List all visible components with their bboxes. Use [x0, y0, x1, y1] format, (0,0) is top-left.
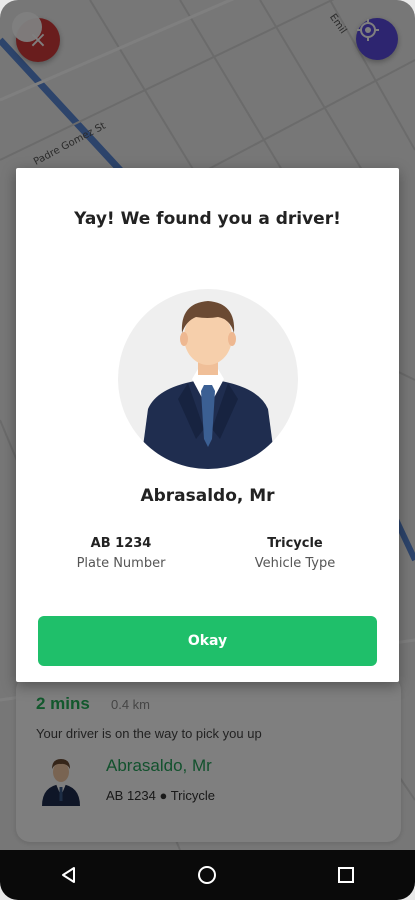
home-icon — [198, 866, 217, 884]
vehicle-info: Tricycle Vehicle Type — [220, 536, 370, 571]
driver-found-dialog: Yay! We found you a driver! Abrasaldo, M… — [16, 168, 399, 682]
back-icon — [62, 867, 76, 883]
plate-number-label: Plate Number — [76, 556, 166, 571]
phone-screen: Padre Gomez St Emil × 2 mins 0.4 km Your… — [0, 0, 415, 900]
okay-button[interactable]: Okay — [38, 616, 377, 666]
nav-home-button[interactable] — [187, 855, 227, 895]
driver-avatar-illustration — [140, 301, 276, 469]
recents-icon — [337, 867, 354, 883]
vehicle-type-label: Vehicle Type — [254, 556, 336, 571]
dialog-title: Yay! We found you a driver! — [74, 209, 341, 229]
system-nav-bar — [0, 850, 415, 900]
nav-recents-button[interactable] — [326, 855, 366, 895]
driver-name: Abrasaldo, Mr — [140, 486, 275, 506]
driver-avatar — [118, 289, 298, 469]
vehicle-type-value: Tricycle — [267, 536, 323, 551]
nav-back-button[interactable] — [49, 855, 89, 895]
plate-number-value: AB 1234 — [90, 536, 152, 551]
plate-info: AB 1234 Plate Number — [46, 536, 196, 571]
